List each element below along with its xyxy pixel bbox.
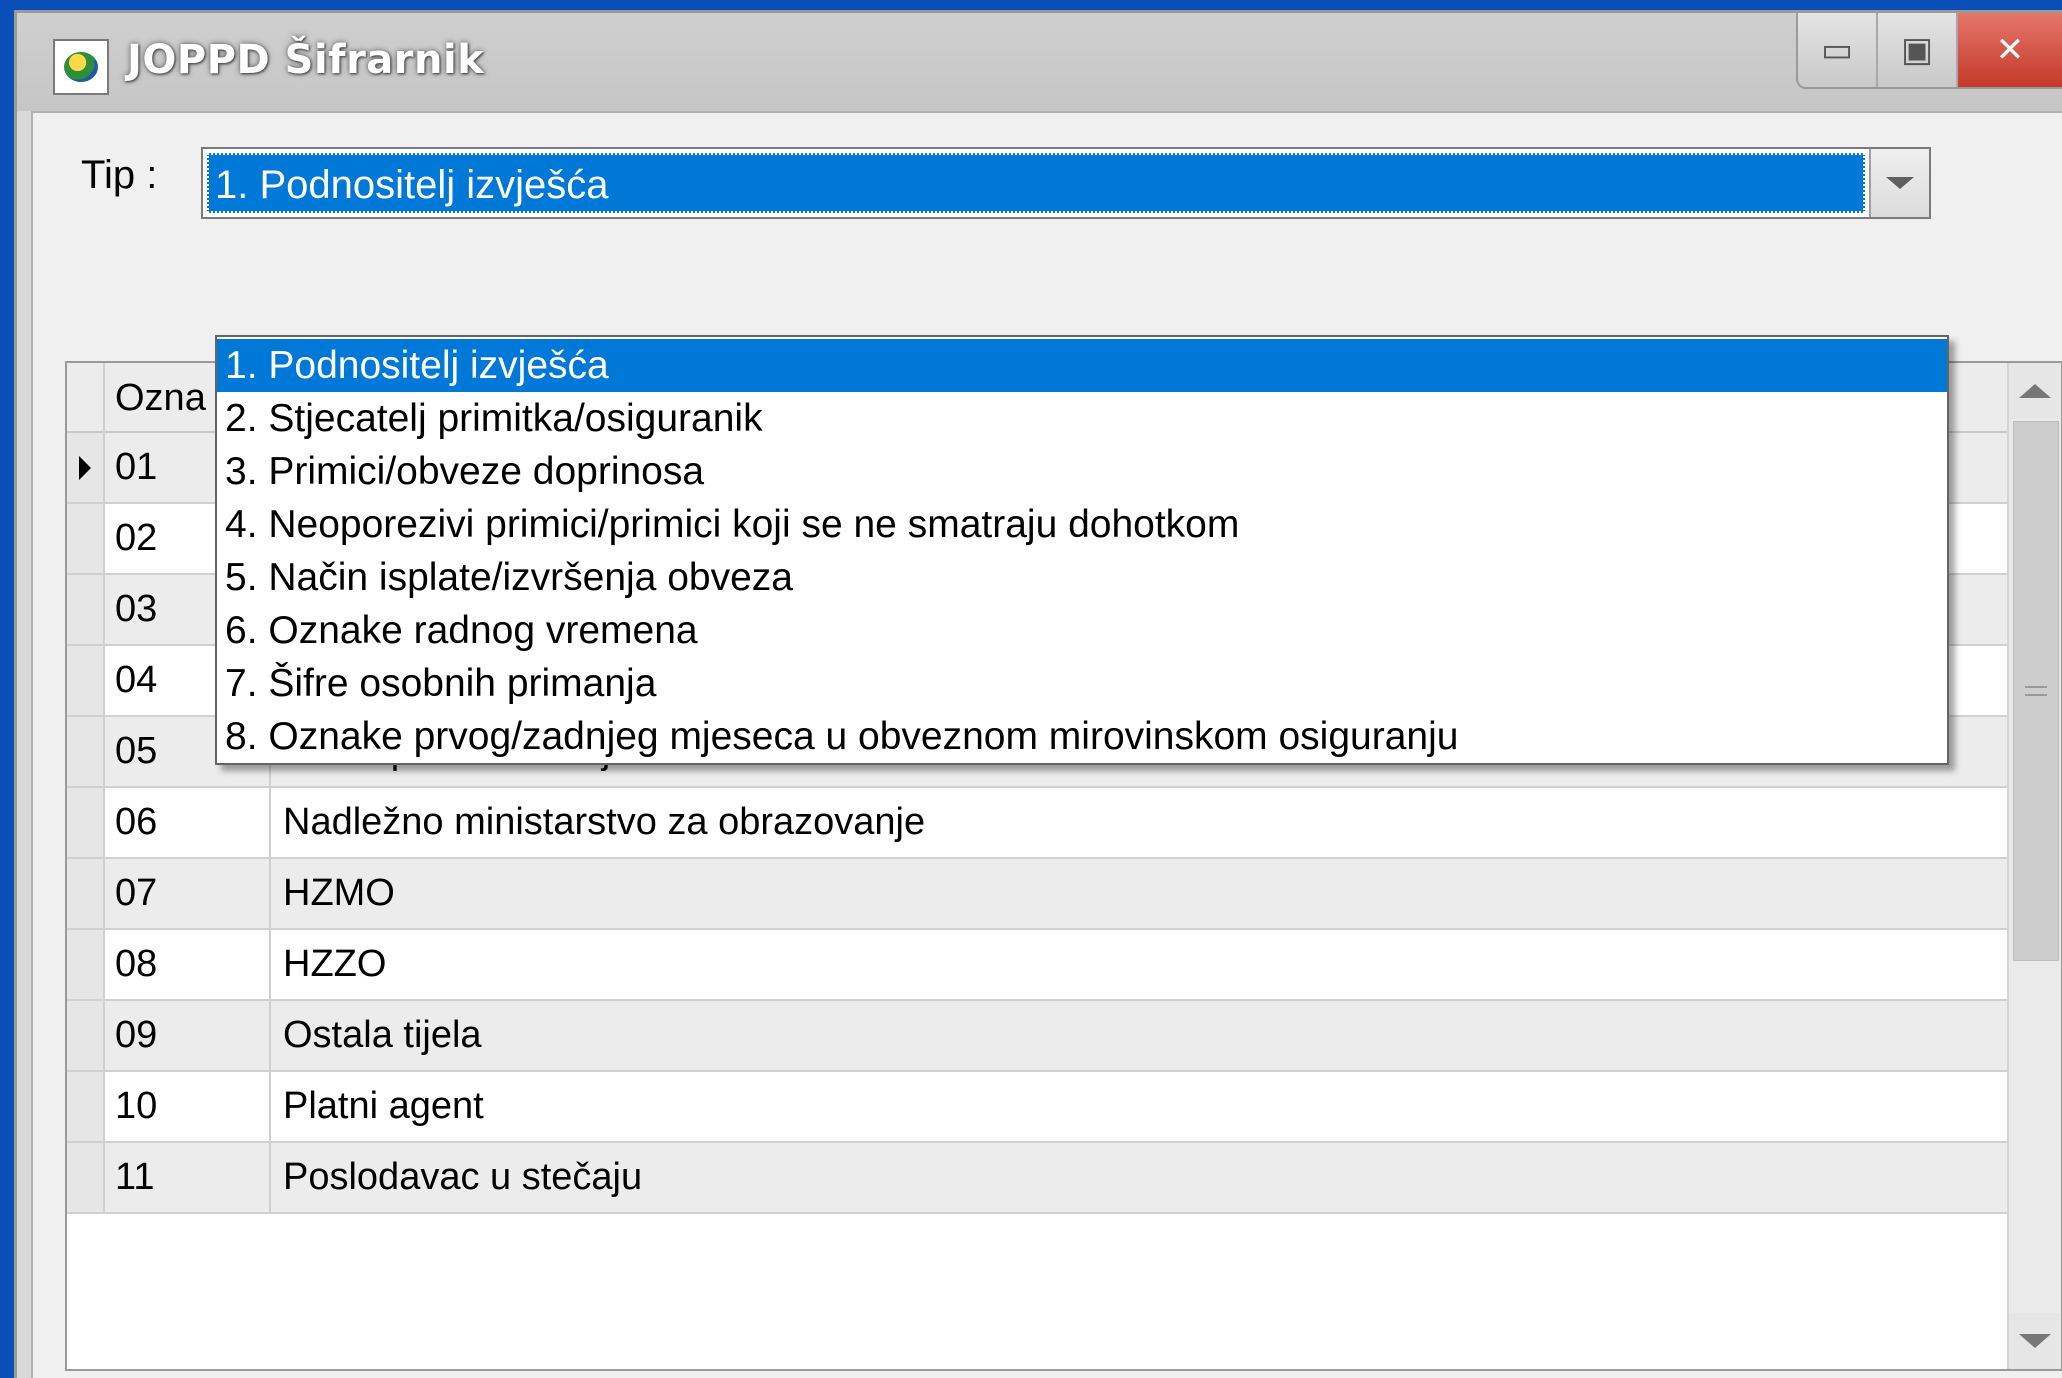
dropdown-option[interactable]: 3. Primici/obveze doprinosa (217, 445, 1947, 498)
arrow-up-icon (2019, 384, 2051, 398)
row-header[interactable] (67, 575, 105, 644)
title-bar[interactable]: JOPPD Šifrarnik ▭ ▣ ✕ (17, 13, 2062, 111)
cell-code[interactable]: 09 (105, 1001, 271, 1070)
tip-combobox[interactable]: 1. Podnositelj izvješća (201, 147, 1931, 219)
app-logo-icon[interactable] (53, 39, 109, 95)
dropdown-option[interactable]: 6. Oznake radnog vremena (217, 604, 1947, 657)
dropdown-option[interactable]: 5. Način isplate/izvršenja obveza (217, 551, 1947, 604)
current-row-pointer-icon (79, 455, 91, 480)
cell-code[interactable]: 10 (105, 1072, 271, 1141)
chevron-down-icon (1886, 177, 1914, 189)
cell-name[interactable]: Platni agent (271, 1072, 2009, 1141)
window-title: JOPPD Šifrarnik (127, 37, 485, 83)
cell-name[interactable]: Nadležno ministarstvo za obrazovanje (271, 788, 2009, 857)
dropdown-option[interactable]: 7. Šifre osobnih primanja (217, 657, 1947, 710)
dropdown-option[interactable]: 8. Oznake prvog/zadnjeg mjeseca u obvezn… (217, 710, 1947, 763)
table-row[interactable]: 09 Ostala tijela (67, 1001, 2009, 1072)
cell-name[interactable]: Ostala tijela (271, 1001, 2009, 1070)
cell-name[interactable]: HZZO (271, 930, 2009, 999)
row-header-corner[interactable] (67, 363, 105, 433)
maximize-button[interactable]: ▣ (1878, 13, 1958, 87)
table-row[interactable]: 06 Nadležno ministarstvo za obrazovanje (67, 788, 2009, 859)
caption-buttons: ▭ ▣ ✕ (1796, 13, 2062, 89)
row-header[interactable] (67, 646, 105, 715)
scroll-down-button[interactable] (2009, 1313, 2061, 1369)
dropdown-option[interactable]: 1. Podnositelj izvješća (217, 339, 1947, 392)
vertical-scrollbar[interactable] (2007, 363, 2061, 1369)
tip-combobox-value[interactable]: 1. Podnositelj izvješća (207, 153, 1865, 213)
joppd-window: JOPPD Šifrarnik ▭ ▣ ✕ Tip : 1. Podnosite… (14, 10, 2062, 1378)
row-header[interactable] (67, 504, 105, 573)
cell-name[interactable]: HZMO (271, 859, 2009, 928)
table-row[interactable]: 07 HZMO (67, 859, 2009, 930)
scroll-thumb[interactable] (2013, 421, 2059, 961)
row-header[interactable] (67, 788, 105, 857)
minimize-button[interactable]: ▭ (1798, 13, 1878, 87)
table-row[interactable]: 10 Platni agent (67, 1072, 2009, 1143)
table-row[interactable]: 08 HZZO (67, 930, 2009, 1001)
dropdown-option[interactable]: 4. Neoporezivi primici/primici koji se n… (217, 498, 1947, 551)
cell-code[interactable]: 08 (105, 930, 271, 999)
grip-icon (2025, 686, 2047, 696)
close-button[interactable]: ✕ (1958, 13, 2062, 87)
client-area: Tip : 1. Podnositelj izvješća Ozna 01 02 0… (31, 111, 2062, 1378)
table-row[interactable]: 11 Poslodavac u stečaju (67, 1143, 2009, 1214)
dropdown-option[interactable]: 2. Stjecatelj primitka/osiguranik (217, 392, 1947, 445)
row-header[interactable] (67, 1001, 105, 1070)
combobox-dropdown-button[interactable] (1869, 149, 1929, 217)
row-header[interactable] (67, 859, 105, 928)
row-header[interactable] (67, 717, 105, 786)
cell-code[interactable]: 07 (105, 859, 271, 928)
tip-label: Tip : (81, 153, 158, 197)
row-header[interactable] (67, 1072, 105, 1141)
scroll-up-button[interactable] (2009, 363, 2061, 419)
arrow-down-icon (2019, 1334, 2051, 1348)
cell-code[interactable]: 11 (105, 1143, 271, 1212)
row-header[interactable] (67, 1143, 105, 1212)
row-header[interactable] (67, 930, 105, 999)
row-header[interactable] (67, 433, 105, 502)
tip-dropdown-list[interactable]: 1. Podnositelj izvješća 2. Stjecatelj pri… (215, 335, 1949, 765)
cell-name[interactable]: Poslodavac u stečaju (271, 1143, 2009, 1212)
cell-code[interactable]: 06 (105, 788, 271, 857)
